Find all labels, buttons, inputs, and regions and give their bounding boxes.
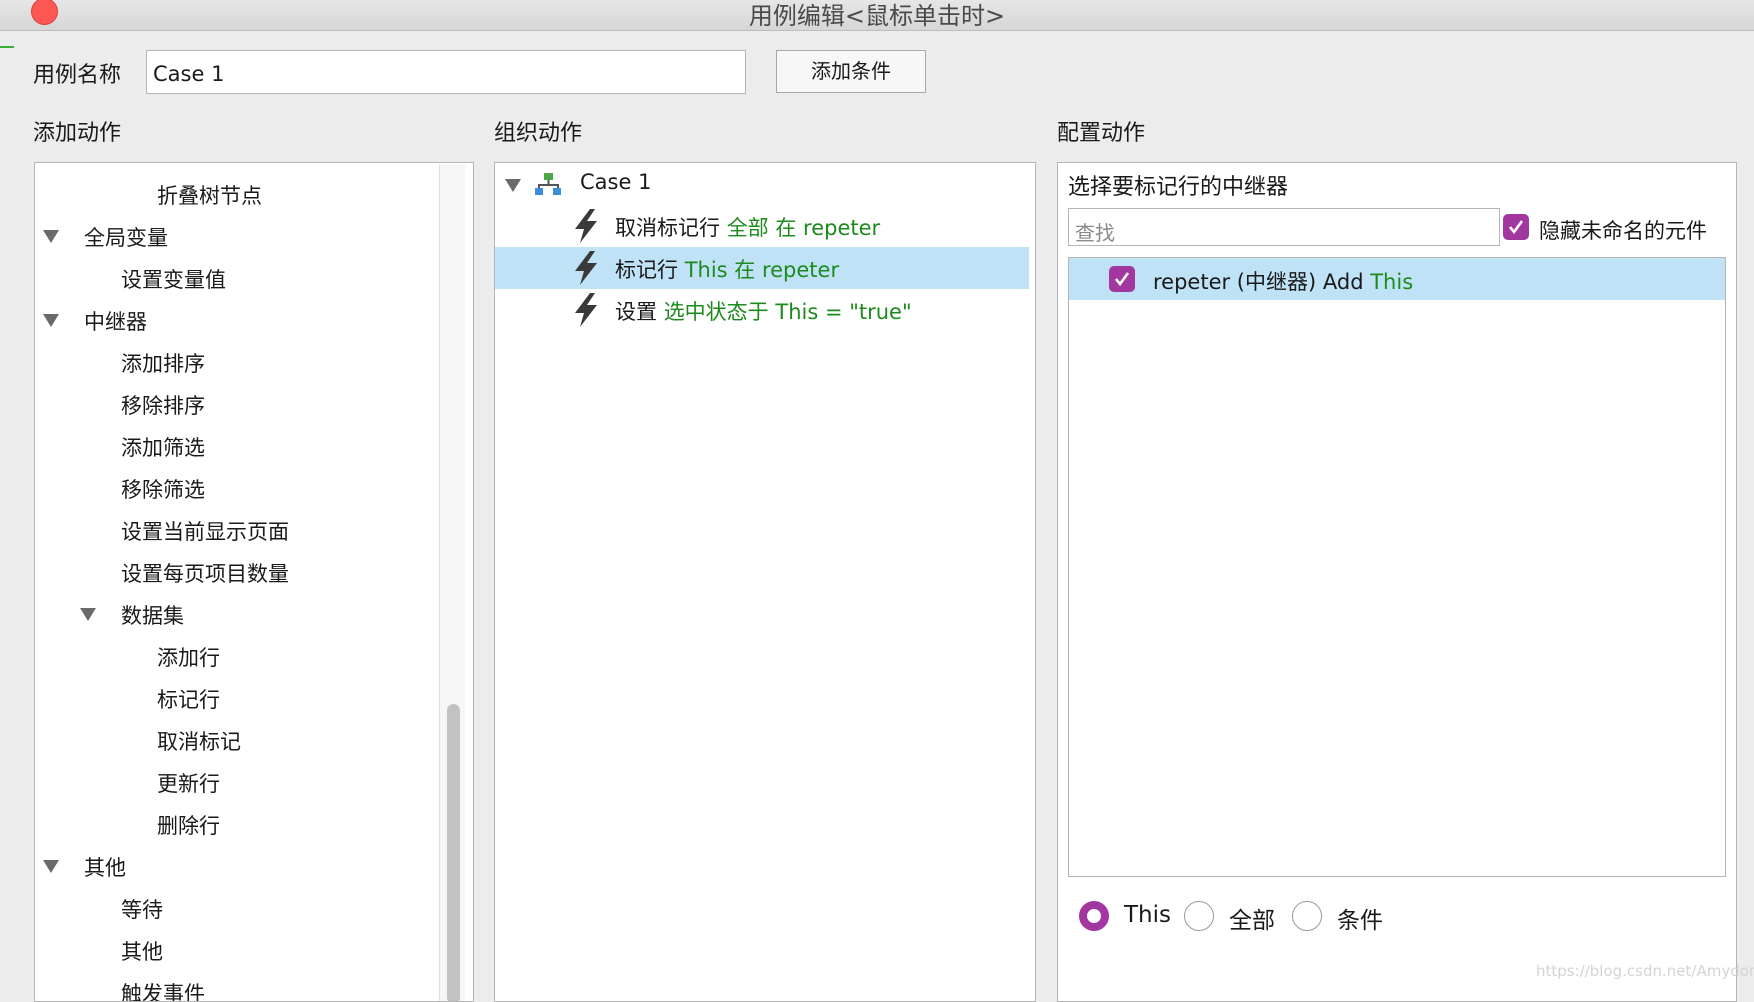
tree-item-label: 触发事件 [121,982,205,1002]
tree-item-label: 添加排序 [121,352,205,376]
tree-group-label: 其他 [84,856,126,880]
case-name-input[interactable]: Case 1 [146,50,746,94]
configure-actions-panel: 选择要标记行的中继器 查找 隐藏未命名的元件 repeter (中继器) Add… [1057,162,1737,1002]
tree-group-global-vars[interactable]: 全局变量 [35,215,439,257]
tree-item-label: 添加筛选 [121,436,205,460]
triangle-down-icon[interactable] [505,179,521,192]
action-text: 取消标记行 全部 在 repeter [615,212,880,242]
add-actions-heading: 添加动作 [33,121,122,146]
tree-item[interactable]: 取消标记 [35,719,439,761]
tree-item[interactable]: 移除筛选 [35,467,439,509]
edge-marker [0,46,14,48]
tree-group-label: 数据集 [121,604,184,628]
action-row[interactable]: 取消标记行 全部 在 repeter [495,205,1029,247]
configure-actions-heading: 配置动作 [1057,121,1146,146]
tree-item-label: 移除筛选 [121,478,205,502]
tree-item-label: 删除行 [157,814,220,838]
action-detail: This 在 repeter [684,258,840,282]
action-text: 标记行 This 在 repeter [615,254,839,284]
action-detail: 选中状态于 This = "true" [663,300,912,324]
tree-item[interactable]: 删除行 [35,803,439,845]
tree-group-label: 全局变量 [84,226,168,250]
tree-item-label: 折叠树节点 [157,184,262,208]
tree-item-label: 更新行 [157,772,220,796]
tree-item[interactable]: 其他 [35,929,439,971]
checkmark-icon [1114,272,1130,287]
tree-item-label: 等待 [121,898,163,922]
add-actions-panel: 折叠树节点 全局变量 设置变量值 中继器 添加排序 移除排序 添加筛选 移除筛选… [34,162,474,1002]
action-verb: 标记行 [615,258,678,282]
hide-unnamed-checkbox[interactable] [1503,214,1529,240]
tree-item[interactable]: 设置每页项目数量 [35,551,439,593]
triangle-down-icon[interactable] [43,314,59,327]
tree-item[interactable]: 设置当前显示页面 [35,509,439,551]
action-row[interactable]: 设置 选中状态于 This = "true" [495,289,1029,331]
tree-item[interactable]: 标记行 [35,677,439,719]
triangle-down-icon[interactable] [43,230,59,243]
repeater-checkbox[interactable] [1109,266,1135,292]
tree-scrollbar[interactable] [439,164,465,1001]
checkmark-icon [1508,220,1524,235]
radio-all[interactable] [1184,901,1214,931]
radio-this[interactable] [1079,901,1109,931]
hide-unnamed-label: 隐藏未命名的元件 [1539,219,1707,243]
tree-group-repeater[interactable]: 中继器 [35,299,439,341]
scrollbar-thumb[interactable] [447,704,460,1001]
triangle-down-icon[interactable] [80,608,96,621]
tree-item-label: 标记行 [157,688,220,712]
case-name-label: 用例名称 [33,63,122,88]
title-bar: 用例编辑<鼠标单击时> [0,0,1754,31]
repeater-item-name: repeter (中继器) Add [1153,270,1364,294]
action-verb: 取消标记行 [615,216,720,240]
tree-group-dataset[interactable]: 数据集 [35,593,439,635]
tree-item-label: 移除排序 [121,394,205,418]
case-tree-icon [535,173,561,195]
watermark: https://blog.csdn.net/Amydom [1536,962,1754,980]
tree-item-label: 其他 [121,940,163,964]
tree-item[interactable]: 添加筛选 [35,425,439,467]
tree-item[interactable]: 移除排序 [35,383,439,425]
lightning-icon [575,293,597,327]
radio-condition[interactable] [1292,901,1322,931]
tree-item[interactable]: 更新行 [35,761,439,803]
triangle-down-icon[interactable] [43,860,59,873]
organize-actions-heading: 组织动作 [494,121,583,146]
window-title: 用例编辑<鼠标单击时> [748,2,1006,30]
organize-actions-panel: Case 1 取消标记行 全部 在 repeter 标记行 This 在 rep… [494,162,1036,1002]
tree-item-label: 设置当前显示页面 [121,520,289,544]
tree-item[interactable]: 添加行 [35,635,439,677]
radio-this-label: This [1124,902,1171,928]
repeater-list: repeter (中继器) Add This [1068,257,1726,877]
lightning-icon [575,209,597,243]
action-detail: 全部 在 repeter [726,216,881,240]
configure-heading: 选择要标记行的中继器 [1068,175,1289,200]
tree-item-folding-node[interactable]: 折叠树节点 [35,173,439,215]
case-label: Case 1 [580,170,652,194]
action-text: 设置 选中状态于 This = "true" [615,296,912,326]
action-row-selected[interactable]: 标记行 This 在 repeter [495,247,1029,289]
action-verb: 设置 [615,300,657,324]
tree-item[interactable]: 等待 [35,887,439,929]
repeater-item-value: This [1370,270,1414,294]
tree-item-set-var[interactable]: 设置变量值 [35,257,439,299]
tree-item-label: 设置每页项目数量 [121,562,289,586]
radio-all-label: 全部 [1229,908,1275,934]
repeater-list-item[interactable]: repeter (中继器) Add This [1069,258,1725,300]
radio-condition-label: 条件 [1337,908,1383,934]
search-placeholder: 查找 [1075,221,1115,245]
tree-item-label: 添加行 [157,646,220,670]
tree-item-label: 设置变量值 [121,268,226,292]
tree-group-label: 中继器 [84,310,147,334]
search-input[interactable]: 查找 [1068,208,1500,246]
case-node[interactable]: Case 1 [495,163,1029,205]
repeater-item-text: repeter (中继器) Add This [1153,266,1413,296]
add-condition-button[interactable]: 添加条件 [776,50,926,93]
case-name-value: Case 1 [153,62,225,86]
tree-item[interactable]: 触发事件 [35,971,439,1002]
tree-item[interactable]: 添加排序 [35,341,439,383]
lightning-icon [575,251,597,285]
tree-item-label: 取消标记 [157,730,241,754]
tree-group-other[interactable]: 其他 [35,845,439,887]
